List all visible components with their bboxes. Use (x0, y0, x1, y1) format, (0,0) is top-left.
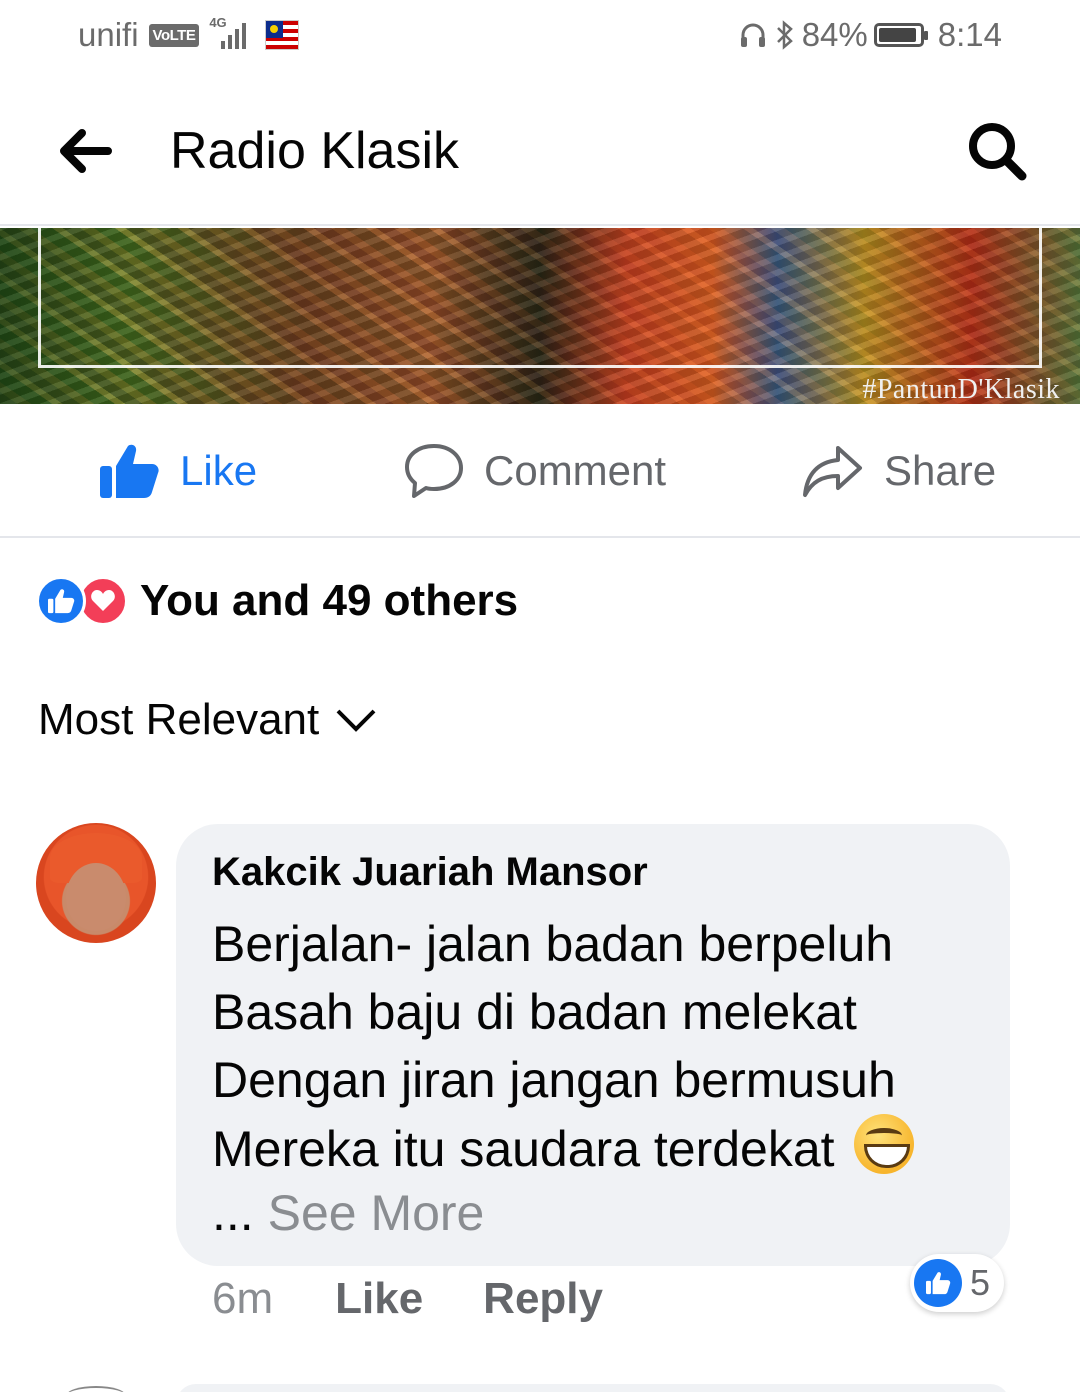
signal-icon: 4G (209, 15, 255, 53)
comment-button[interactable]: Comment (404, 442, 666, 500)
grinning-emoji-icon (854, 1114, 915, 1174)
like-label: Like (180, 447, 258, 494)
post-action-bar: Like Comment Share (0, 404, 1080, 538)
comment-bubble[interactable]: Kakcik Juariah Mansor Berjalan- jalan ba… (176, 824, 1010, 1266)
comment-line: Berjalan- jalan badan berpeluh (212, 916, 894, 972)
comment-reply-button[interactable]: Reply (483, 1274, 603, 1324)
battery-icon (873, 23, 928, 47)
carrier-name: unifi (78, 16, 139, 53)
clock: 8:14 (937, 16, 1002, 53)
like-button[interactable]: Like (98, 442, 257, 500)
app-header: Radio Klasik (0, 76, 1080, 226)
battery-percent: 84% (801, 16, 868, 53)
ellipsis: ... (212, 1185, 254, 1241)
commenter-avatar[interactable] (36, 823, 156, 943)
back-arrow-icon[interactable] (52, 121, 116, 181)
comment-line: Basah baju di badan melekat (212, 984, 857, 1040)
share-arrow-icon (803, 446, 862, 497)
share-label: Share (884, 447, 997, 494)
comment-line-with-emoji: Mereka itu saudara terdekat (212, 1114, 915, 1183)
malaysia-flag-icon (265, 20, 300, 50)
comment-author[interactable]: Kakcik Juariah Mansor (212, 850, 648, 895)
comment-line: Dengan jiran jangan bermusuh (212, 1052, 896, 1108)
comment-line: Mereka itu saudara terdekat (212, 1121, 835, 1177)
search-icon[interactable] (964, 118, 1030, 184)
comment-label: Comment (484, 447, 667, 494)
image-frame (38, 228, 1042, 368)
comment-like-button[interactable]: Like (335, 1274, 423, 1324)
comment-bubble-icon (405, 444, 463, 498)
share-button[interactable]: Share (802, 442, 996, 500)
comment-meta: 6m Like Reply (212, 1274, 603, 1324)
comment-timestamp: 6m (212, 1274, 274, 1323)
next-comment-bubble[interactable] (176, 1384, 1010, 1392)
comment-reaction-count[interactable]: 5 (910, 1254, 1005, 1312)
volte-badge: VoLTE (148, 23, 200, 47)
comment-sort-dropdown[interactable]: Most Relevant (38, 695, 377, 745)
status-bar-right: 84% 8:14 (738, 16, 1002, 54)
comment-body: Berjalan- jalan badan berpeluh Basah baj… (212, 910, 915, 1183)
sort-label: Most Relevant (38, 695, 320, 744)
reactions-summary[interactable]: You and 49 others (36, 576, 518, 626)
headphones-icon (740, 23, 765, 47)
see-more-row: ... See More (212, 1184, 484, 1242)
see-more-link[interactable]: See More (268, 1185, 485, 1241)
post-image[interactable]: #PantunD'Klasik (0, 228, 1080, 404)
reaction-count-value: 5 (970, 1262, 991, 1303)
bluetooth-icon (776, 20, 793, 50)
page-title: Radio Klasik (170, 122, 460, 180)
thumbs-up-icon (100, 444, 159, 498)
status-bar: unifi VoLTE 4G 84% 8:14 (0, 0, 1080, 76)
chevron-down-icon (336, 709, 376, 732)
status-bar-left: unifi VoLTE 4G (78, 15, 300, 54)
like-reaction-icon (36, 576, 86, 626)
like-reaction-icon (914, 1259, 962, 1307)
next-commenter-avatar[interactable] (66, 1386, 126, 1392)
reactions-text: You and 49 others (140, 576, 519, 625)
image-hashtag: #PantunD'Klasik (862, 374, 1060, 404)
